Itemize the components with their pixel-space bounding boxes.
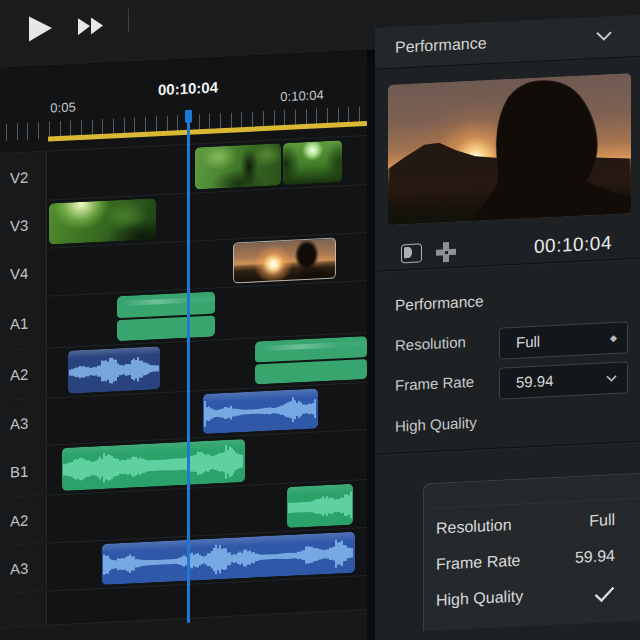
high-quality-label[interactable]: High Quality bbox=[395, 414, 477, 435]
toolbar-divider bbox=[128, 9, 129, 33]
track-area: V2V3V4A1A2A3B1A2A3 bbox=[0, 50, 367, 640]
video-clip-sunset[interactable] bbox=[233, 238, 336, 284]
resolution-value: Full bbox=[516, 327, 540, 358]
chevron-down-icon bbox=[606, 363, 617, 394]
summary-row: High Quality bbox=[436, 583, 615, 614]
framerate-label: Frame Rate bbox=[395, 373, 474, 394]
preview-person-silhouette bbox=[388, 73, 631, 225]
track-label[interactable] bbox=[0, 592, 47, 627]
performance-panel: Performance 00:10:04 Performance Resolut… bbox=[375, 15, 640, 640]
playhead-handle[interactable] bbox=[185, 110, 192, 123]
track-label[interactable]: A2 bbox=[0, 349, 47, 400]
framerate-dropdown[interactable]: 59.94 bbox=[499, 361, 628, 399]
summary-overlay: Resolution Full Frame Rate 59.94 High Qu… bbox=[423, 473, 640, 632]
summary-row: Frame Rate 59.94 bbox=[436, 547, 615, 578]
summary-framerate-label: Frame Rate bbox=[436, 552, 520, 574]
summary-resolution-label: Resolution bbox=[436, 516, 512, 538]
track-label[interactable]: B1 bbox=[0, 446, 47, 497]
track-label[interactable]: A2 bbox=[0, 496, 47, 545]
framerate-value: 59.94 bbox=[516, 366, 554, 398]
audio-clip-wave-blue[interactable] bbox=[203, 388, 318, 434]
comparison-view-icon[interactable] bbox=[401, 243, 422, 263]
resolution-label: Resolution bbox=[395, 333, 466, 353]
audio-clip-wave-green[interactable] bbox=[287, 484, 353, 528]
timeline-panel: 0:050:10:04 00:10:04 V2V3V4A1A2A3B1A2A3 bbox=[0, 50, 367, 640]
summary-framerate-value: 59.94 bbox=[575, 547, 615, 567]
preview-monitor bbox=[388, 73, 631, 225]
audio-clip-wave-blue[interactable] bbox=[68, 346, 160, 393]
track-label[interactable]: A3 bbox=[0, 544, 47, 593]
audio-clip-wave-green[interactable] bbox=[62, 439, 245, 491]
summary-row: Resolution Full bbox=[436, 511, 615, 542]
video-clip-forest-dark[interactable] bbox=[195, 143, 281, 189]
track-label[interactable]: V3 bbox=[0, 201, 47, 250]
summary-resolution-value: Full bbox=[589, 511, 615, 530]
chevron-down-icon[interactable] bbox=[595, 30, 613, 43]
summary-quality-label: High Quality bbox=[436, 587, 523, 609]
video-clip-forest-path[interactable] bbox=[283, 140, 342, 185]
audio-clip-stereo-green[interactable] bbox=[117, 291, 215, 341]
track-label[interactable]: A3 bbox=[0, 399, 47, 447]
panel-separator bbox=[375, 441, 640, 455]
diamond-icon: ◆ bbox=[610, 323, 617, 353]
resolution-dropdown[interactable]: Full ◆ bbox=[499, 321, 628, 359]
track-label[interactable]: A1 bbox=[0, 297, 47, 350]
transform-move-icon[interactable] bbox=[436, 242, 456, 263]
panel-title: Performance bbox=[395, 22, 487, 68]
play-button[interactable] bbox=[27, 14, 53, 42]
check-icon bbox=[594, 583, 615, 607]
video-clip-forest-canopy[interactable] bbox=[49, 198, 156, 244]
playhead-line[interactable] bbox=[187, 111, 191, 623]
track-label[interactable]: V4 bbox=[0, 249, 47, 298]
preview-timecode: 00:10:04 bbox=[534, 232, 612, 258]
audio-clip-stereo-green[interactable] bbox=[255, 336, 367, 384]
fast-forward-button[interactable] bbox=[77, 16, 105, 36]
section-title: Performance bbox=[395, 292, 484, 314]
video-editor-app: 0:050:10:04 00:10:04 V2V3V4A1A2A3B1A2A3 … bbox=[0, 0, 640, 640]
track-label[interactable]: V2 bbox=[0, 152, 47, 202]
preview-controls: 00:10:04 bbox=[375, 227, 640, 274]
